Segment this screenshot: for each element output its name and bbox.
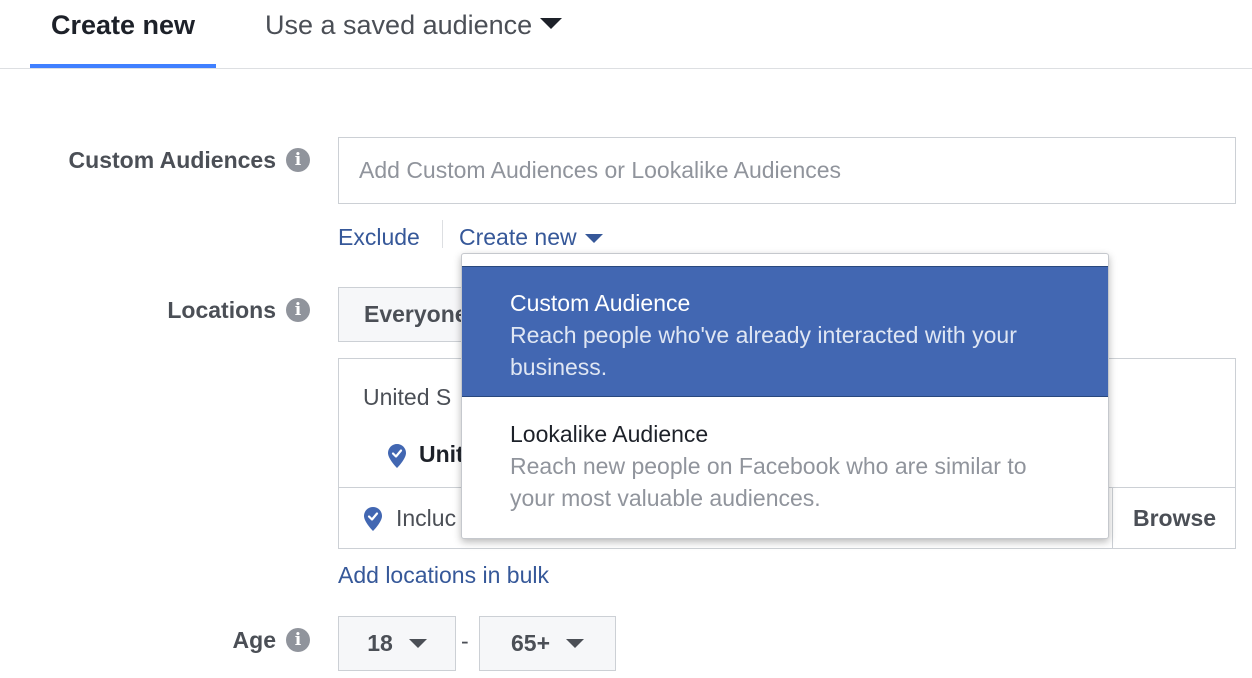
age-label-row: Age i <box>30 624 310 656</box>
location-pin-icon <box>388 444 406 468</box>
custom-audiences-label: Custom Audiences <box>68 146 276 173</box>
age-min-value: 18 <box>367 630 393 656</box>
age-label: Age <box>232 626 276 653</box>
menu-item-description: Reach new people on Facebook who are sim… <box>510 453 1027 511</box>
country-group-header: United S <box>363 384 452 410</box>
custom-audiences-input[interactable] <box>338 137 1236 204</box>
age-min-select[interactable]: 18 <box>338 616 456 671</box>
age-max-select[interactable]: 65+ <box>479 616 616 671</box>
menu-item-custom-audience[interactable]: Custom Audience Reach people who've alre… <box>462 266 1108 397</box>
tab-saved-audience-label: Use a saved audience <box>265 10 533 40</box>
tab-saved-audience[interactable]: Use a saved audience <box>265 0 563 66</box>
caret-down-icon <box>408 639 427 648</box>
custom-audiences-label-row: Custom Audiences i <box>30 144 310 176</box>
locations-label: Locations <box>167 296 276 323</box>
create-new-dropdown-menu: Custom Audience Reach people who've alre… <box>461 253 1109 539</box>
locations-label-row: Locations i <box>30 294 310 326</box>
tab-create-new-label: Create new <box>50 10 196 40</box>
menu-item-lookalike-audience[interactable]: Lookalike Audience Reach new people on F… <box>462 398 1108 530</box>
age-max-value: 65+ <box>510 630 550 656</box>
add-locations-bulk-link[interactable]: Add locations in bulk <box>338 562 549 589</box>
age-separator: - <box>461 628 469 654</box>
browse-button-label: Browse <box>1132 504 1217 531</box>
caret-down-icon <box>584 234 603 244</box>
location-pin-icon <box>364 507 382 531</box>
location-audience-label: Everyone <box>364 301 468 327</box>
menu-item-title: Lookalike Audience <box>510 421 709 447</box>
audience-tabs: Create new Use a saved audience <box>0 0 1252 69</box>
selected-location: Unit <box>419 441 464 467</box>
caret-down-icon <box>566 639 584 648</box>
link-separator <box>442 220 443 248</box>
menu-item-title: Custom Audience <box>510 290 691 316</box>
create-new-link-label: Create new <box>459 224 577 250</box>
caret-down-icon <box>540 18 563 29</box>
create-new-dropdown-link[interactable]: Create new <box>459 224 603 251</box>
browse-button[interactable]: Browse <box>1112 488 1236 548</box>
tab-create-new[interactable]: Create new <box>30 0 216 68</box>
info-icon[interactable]: i <box>286 148 310 172</box>
menu-item-description: Reach people who've already interacted w… <box>510 322 1017 380</box>
include-location-selector[interactable]: Incluc <box>396 505 456 532</box>
exclude-link[interactable]: Exclude <box>338 224 420 251</box>
info-icon[interactable]: i <box>286 628 310 652</box>
info-icon[interactable]: i <box>286 298 310 322</box>
